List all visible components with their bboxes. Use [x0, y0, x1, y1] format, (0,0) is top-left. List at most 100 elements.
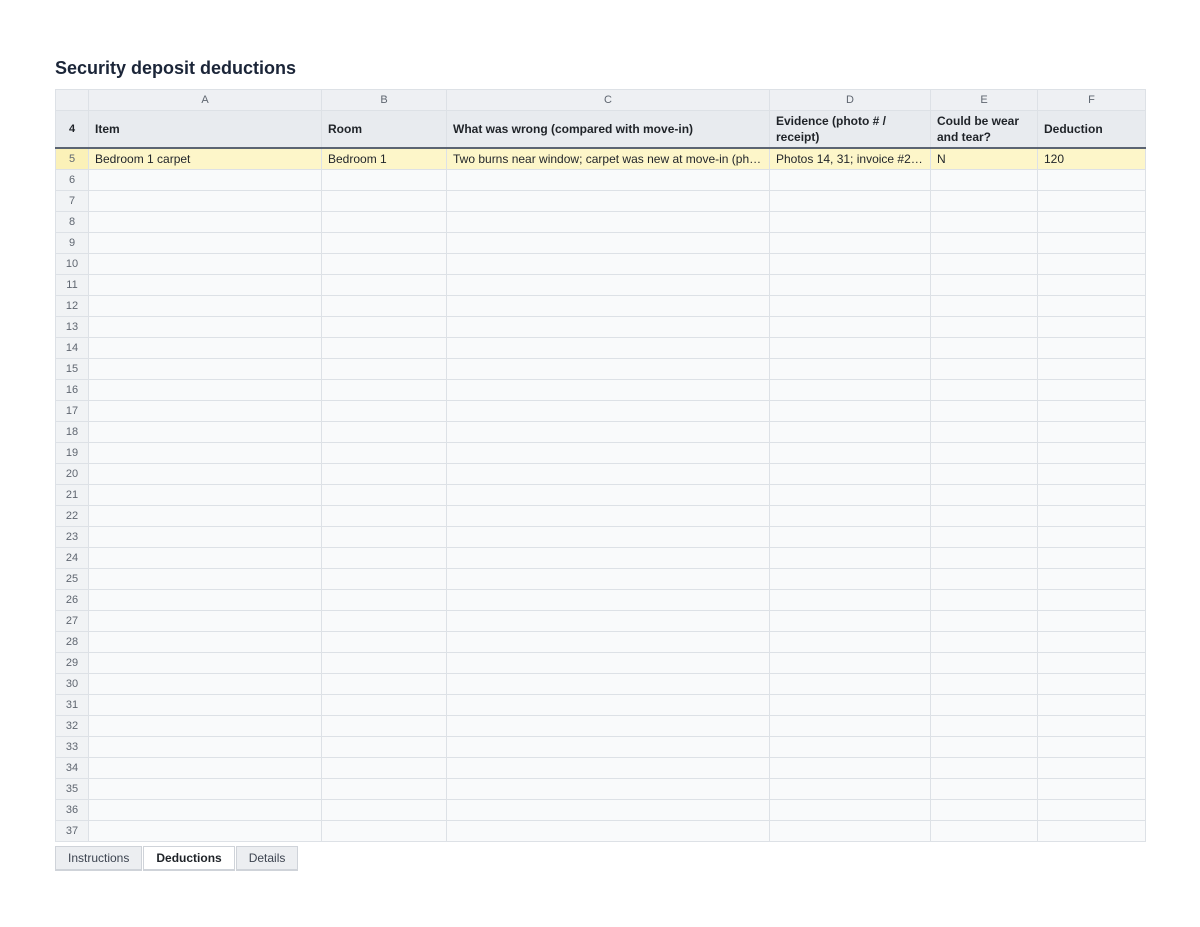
cell-evidence[interactable]	[769, 799, 931, 821]
cell-deduction[interactable]	[1037, 190, 1146, 212]
cell-wear-and-tear[interactable]: N	[930, 147, 1038, 170]
cell-room[interactable]	[321, 442, 447, 464]
cell-what-was-wrong[interactable]	[446, 694, 770, 716]
sheet-tab-deductions[interactable]: Deductions	[143, 846, 235, 871]
cell-item[interactable]	[88, 463, 322, 485]
cell-room[interactable]	[321, 778, 447, 800]
cell-what-was-wrong[interactable]	[446, 463, 770, 485]
cell-item[interactable]	[88, 547, 322, 569]
cell-what-was-wrong[interactable]	[446, 421, 770, 443]
cell-deduction[interactable]	[1037, 358, 1146, 380]
cell-wear-and-tear[interactable]	[930, 526, 1038, 548]
cell-evidence[interactable]	[769, 820, 931, 842]
cell-what-was-wrong[interactable]	[446, 484, 770, 506]
cell-deduction[interactable]	[1037, 778, 1146, 800]
cell-what-was-wrong[interactable]	[446, 778, 770, 800]
row-number[interactable]: 33	[55, 736, 89, 758]
cell-wear-and-tear[interactable]	[930, 673, 1038, 695]
row-number[interactable]: 17	[55, 400, 89, 422]
row-number[interactable]: 12	[55, 295, 89, 317]
row-number[interactable]: 5	[55, 147, 89, 170]
cell-what-was-wrong[interactable]	[446, 274, 770, 296]
column-header-c[interactable]: C	[446, 89, 770, 111]
cell-wear-and-tear[interactable]	[930, 568, 1038, 590]
cell-item[interactable]	[88, 505, 322, 527]
cell-deduction[interactable]	[1037, 610, 1146, 632]
row-number[interactable]: 23	[55, 526, 89, 548]
cell-deduction[interactable]	[1037, 715, 1146, 737]
cell-room[interactable]	[321, 673, 447, 695]
cell-wear-and-tear[interactable]	[930, 694, 1038, 716]
cell-deduction[interactable]	[1037, 736, 1146, 758]
column-header-d[interactable]: D	[769, 89, 931, 111]
cell-room[interactable]	[321, 211, 447, 233]
cell-wear-and-tear[interactable]	[930, 295, 1038, 317]
cell-wear-and-tear[interactable]	[930, 736, 1038, 758]
cell-item[interactable]	[88, 799, 322, 821]
cell-evidence[interactable]	[769, 274, 931, 296]
cell-evidence[interactable]	[769, 463, 931, 485]
row-number[interactable]: 18	[55, 421, 89, 443]
cell-item[interactable]	[88, 673, 322, 695]
cell-evidence[interactable]	[769, 211, 931, 233]
cell-evidence[interactable]	[769, 253, 931, 275]
row-number[interactable]: 19	[55, 442, 89, 464]
cell-room[interactable]	[321, 421, 447, 443]
cell-evidence[interactable]	[769, 736, 931, 758]
cell-item[interactable]	[88, 253, 322, 275]
cell-room[interactable]	[321, 547, 447, 569]
cell-room[interactable]	[321, 799, 447, 821]
row-number[interactable]: 16	[55, 379, 89, 401]
cell-wear-and-tear[interactable]	[930, 778, 1038, 800]
cell-evidence[interactable]	[769, 295, 931, 317]
cell-item[interactable]	[88, 421, 322, 443]
cell-what-was-wrong[interactable]	[446, 568, 770, 590]
cell-item[interactable]	[88, 736, 322, 758]
cell-item[interactable]	[88, 589, 322, 611]
cell-room[interactable]	[321, 589, 447, 611]
cell-item[interactable]	[88, 694, 322, 716]
cell-deduction[interactable]	[1037, 253, 1146, 275]
cell-evidence[interactable]	[769, 232, 931, 254]
cell-item[interactable]	[88, 526, 322, 548]
cell-what-was-wrong[interactable]	[446, 652, 770, 674]
cell-deduction[interactable]	[1037, 274, 1146, 296]
column-header-b[interactable]: B	[321, 89, 447, 111]
cell-wear-and-tear[interactable]	[930, 169, 1038, 191]
cell-what-was-wrong[interactable]	[446, 211, 770, 233]
cell-deduction[interactable]	[1037, 673, 1146, 695]
row-number[interactable]: 22	[55, 505, 89, 527]
cell-evidence[interactable]	[769, 715, 931, 737]
row-number[interactable]: 32	[55, 715, 89, 737]
cell-what-was-wrong[interactable]	[446, 736, 770, 758]
cell-room[interactable]	[321, 169, 447, 191]
sheet-tab-details[interactable]: Details	[235, 846, 299, 871]
cell-wear-and-tear[interactable]	[930, 484, 1038, 506]
row-number[interactable]: 20	[55, 463, 89, 485]
cell-wear-and-tear[interactable]	[930, 337, 1038, 359]
cell-room[interactable]	[321, 274, 447, 296]
row-number[interactable]: 15	[55, 358, 89, 380]
cell-wear-and-tear[interactable]	[930, 421, 1038, 443]
cell-wear-and-tear[interactable]	[930, 547, 1038, 569]
row-number[interactable]: 27	[55, 610, 89, 632]
column-header-a[interactable]: A	[88, 89, 322, 111]
cell-room[interactable]: Bedroom 1	[321, 147, 447, 170]
cell-wear-and-tear[interactable]	[930, 757, 1038, 779]
cell-room[interactable]	[321, 568, 447, 590]
row-number[interactable]: 24	[55, 547, 89, 569]
cell-item[interactable]	[88, 715, 322, 737]
cell-wear-and-tear[interactable]	[930, 274, 1038, 296]
cell-wear-and-tear[interactable]	[930, 589, 1038, 611]
row-number[interactable]: 21	[55, 484, 89, 506]
cell-evidence[interactable]	[769, 379, 931, 401]
cell-room[interactable]	[321, 316, 447, 338]
cell-what-was-wrong[interactable]	[446, 505, 770, 527]
cell-evidence[interactable]	[769, 421, 931, 443]
cell-what-was-wrong[interactable]	[446, 799, 770, 821]
cell-item[interactable]	[88, 631, 322, 653]
cell-evidence[interactable]	[769, 547, 931, 569]
cell-wear-and-tear[interactable]	[930, 379, 1038, 401]
header-cell-what-was-wrong[interactable]: What was wrong (compared with move-in)	[446, 110, 770, 149]
cell-item[interactable]	[88, 316, 322, 338]
